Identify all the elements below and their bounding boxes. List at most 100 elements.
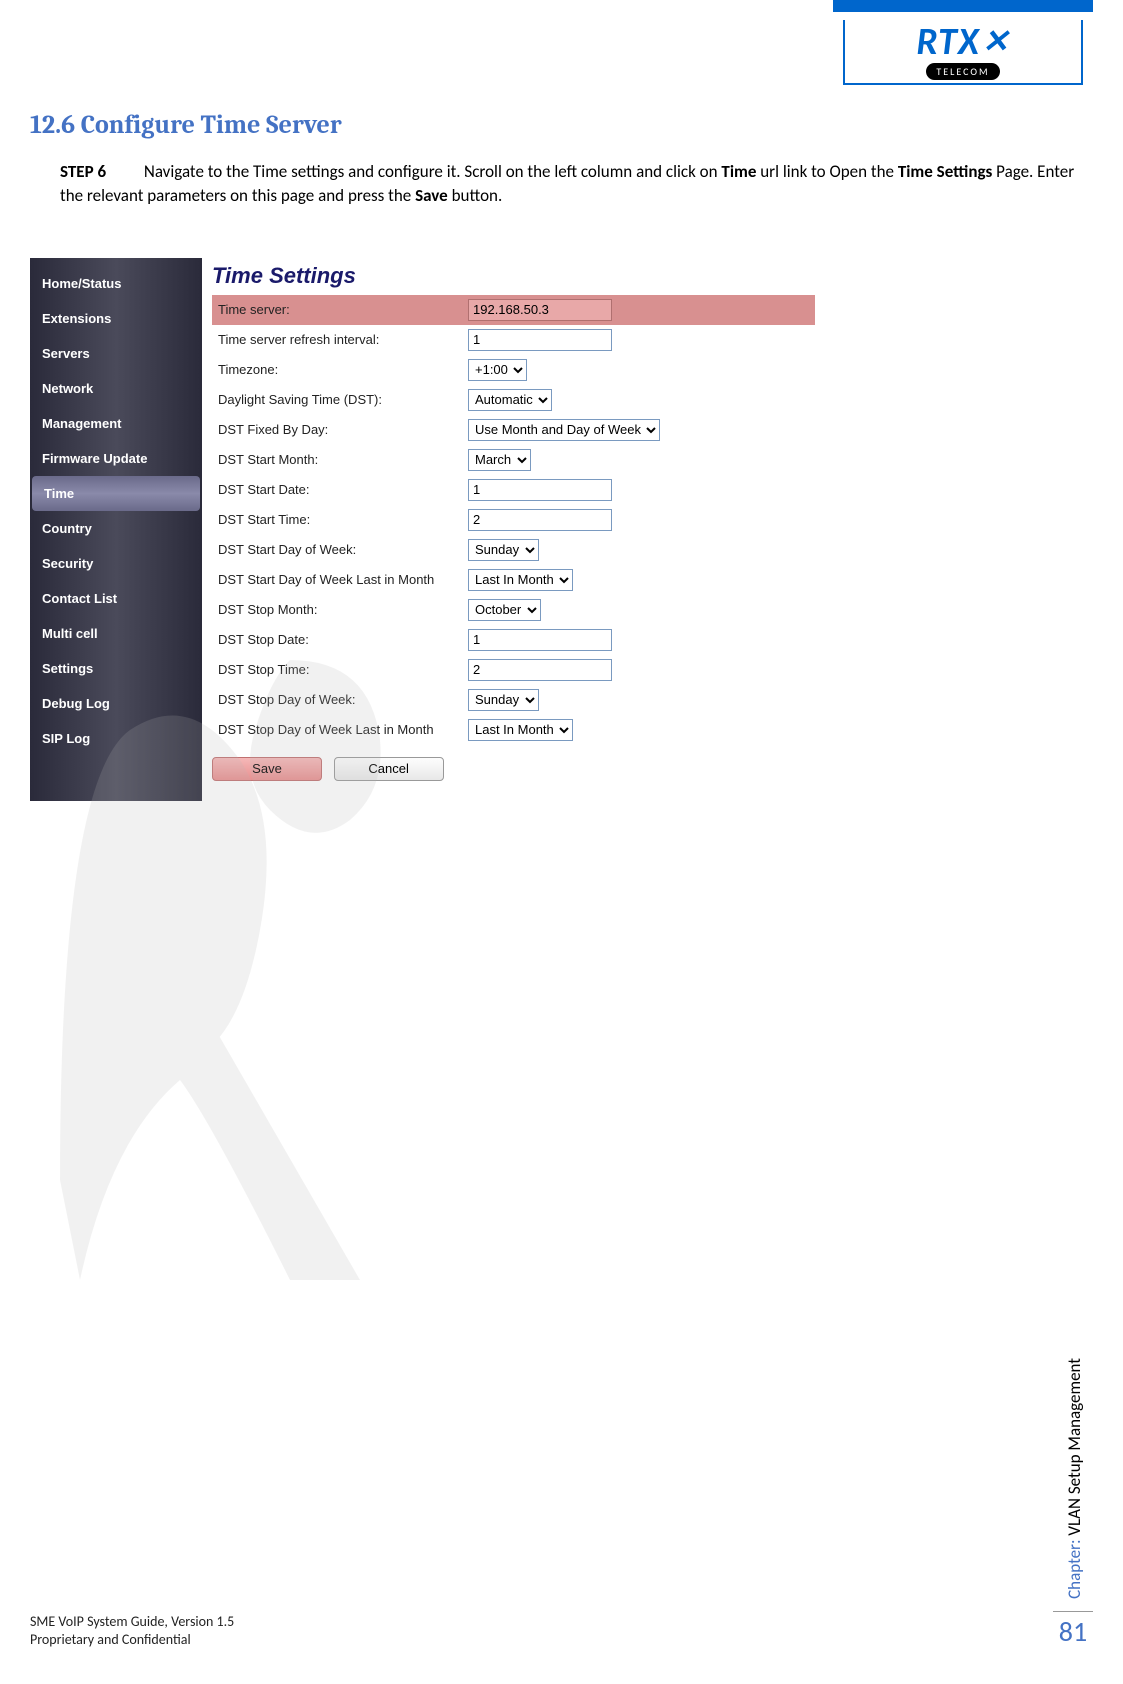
text-input[interactable] <box>468 629 612 651</box>
sidebar-item-extensions[interactable]: Extensions <box>30 301 202 336</box>
setting-label: DST Start Month: <box>212 445 462 475</box>
settings-row: Timezone: +1:00 <box>212 355 815 385</box>
settings-row: DST Stop Time: <box>212 655 815 685</box>
footer-line1: SME VoIP System Guide, Version 1.5 <box>30 1613 234 1631</box>
section-title-text: Configure Time Server <box>81 110 342 140</box>
sidebar-item-firmware-update[interactable]: Firmware Update <box>30 441 202 476</box>
text-input[interactable] <box>468 659 612 681</box>
setting-label: DST Stop Day of Week: <box>212 685 462 715</box>
chapter-label: Chapter: <box>1064 1540 1085 1599</box>
sidebar-item-security[interactable]: Security <box>30 546 202 581</box>
settings-row: DST Start Day of Week Last in Month Last … <box>212 565 815 595</box>
step-text-b2: Time Settings <box>898 161 992 182</box>
settings-table: Time server:Time server refresh interval… <box>212 295 815 745</box>
setting-value-cell: Automatic <box>462 385 815 415</box>
setting-label: Timezone: <box>212 355 462 385</box>
cancel-button[interactable]: Cancel <box>334 757 444 781</box>
setting-label: DST Start Time: <box>212 505 462 535</box>
setting-value-cell: Last In Month <box>462 565 815 595</box>
chapter-sidebar-text: Chapter: VLAN Setup Management <box>1064 1358 1085 1599</box>
sidebar-item-country[interactable]: Country <box>30 511 202 546</box>
button-row: Save Cancel <box>212 757 815 781</box>
select-input[interactable]: Sunday <box>468 689 539 711</box>
text-input[interactable] <box>468 479 612 501</box>
setting-value-cell: Sunday <box>462 685 815 715</box>
settings-row: DST Start Date: <box>212 475 815 505</box>
top-color-bar <box>833 0 1093 12</box>
sidebar-item-multi-cell[interactable]: Multi cell <box>30 616 202 651</box>
logo-brand: RTX✕ <box>916 23 1009 61</box>
step-text-p4: button. <box>448 185 503 206</box>
sidebar-item-sip-log[interactable]: SIP Log <box>30 721 202 756</box>
select-input[interactable]: March <box>468 449 531 471</box>
section-title: 12.6 Configure Time Server <box>30 110 1093 140</box>
select-input[interactable]: October <box>468 599 541 621</box>
setting-value-cell <box>462 295 815 325</box>
footer-line2: Proprietary and Confidential <box>30 1631 234 1649</box>
setting-label: DST Stop Day of Week Last in Month <box>212 715 462 745</box>
settings-row: DST Stop Month:October <box>212 595 815 625</box>
setting-value-cell: October <box>462 595 815 625</box>
select-input[interactable]: Sunday <box>468 539 539 561</box>
setting-label: Daylight Saving Time (DST): <box>212 385 462 415</box>
setting-value-cell: Use Month and Day of Week <box>462 415 815 445</box>
page-number: 81 <box>1053 1611 1093 1649</box>
settings-row: DST Start Day of Week: Sunday <box>212 535 815 565</box>
settings-row: DST Stop Day of Week: Sunday <box>212 685 815 715</box>
setting-label: DST Start Day of Week Last in Month <box>212 565 462 595</box>
text-input[interactable] <box>468 299 612 321</box>
select-input[interactable]: +1:00 <box>468 359 527 381</box>
sidebar: Home/StatusExtensionsServersNetworkManag… <box>30 258 202 801</box>
logo-x-icon: ✕ <box>982 26 1010 58</box>
setting-value-cell: +1:00 <box>462 355 815 385</box>
settings-row: DST Start Time: <box>212 505 815 535</box>
text-input[interactable] <box>468 509 612 531</box>
footer: SME VoIP System Guide, Version 1.5 Propr… <box>30 1613 234 1649</box>
setting-value-cell: Last In Month <box>462 715 815 745</box>
setting-value-cell <box>462 655 815 685</box>
setting-label: Time server: <box>212 295 462 325</box>
settings-row: Daylight Saving Time (DST): Automatic <box>212 385 815 415</box>
setting-value-cell <box>462 325 815 355</box>
settings-row: Time server refresh interval: <box>212 325 815 355</box>
select-input[interactable]: Use Month and Day of Week <box>468 419 660 441</box>
sidebar-item-servers[interactable]: Servers <box>30 336 202 371</box>
setting-label: DST Start Date: <box>212 475 462 505</box>
panel-title: Time Settings <box>212 263 815 289</box>
sidebar-item-contact-list[interactable]: Contact List <box>30 581 202 616</box>
settings-row: DST Stop Day of Week Last in Month Last I… <box>212 715 815 745</box>
setting-label: DST Start Day of Week: <box>212 535 462 565</box>
step-text-b1: Time <box>721 161 756 182</box>
screenshot-area: Home/StatusExtensionsServersNetworkManag… <box>30 258 825 801</box>
setting-value-cell: Sunday <box>462 535 815 565</box>
step-text: Navigate to the Time settings and config… <box>60 161 1074 206</box>
setting-value-cell: March <box>462 445 815 475</box>
select-input[interactable]: Last In Month <box>468 569 573 591</box>
sidebar-item-home-status[interactable]: Home/Status <box>30 266 202 301</box>
step-text-p2: url link to Open the <box>756 161 897 182</box>
select-input[interactable]: Last In Month <box>468 719 573 741</box>
step-block: STEP 6 Navigate to the Time settings and… <box>60 160 1093 208</box>
step-text-p1: Navigate to the Time settings and config… <box>144 161 722 182</box>
section-number: 12.6 <box>30 110 75 140</box>
settings-row: DST Fixed By Day:Use Month and Day of We… <box>212 415 815 445</box>
save-button[interactable]: Save <box>212 757 322 781</box>
setting-value-cell <box>462 625 815 655</box>
step-text-b3: Save <box>415 185 448 206</box>
sidebar-item-debug-log[interactable]: Debug Log <box>30 686 202 721</box>
settings-row: Time server: <box>212 295 815 325</box>
main-panel: Time Settings Time server:Time server re… <box>202 258 825 801</box>
sidebar-item-settings[interactable]: Settings <box>30 651 202 686</box>
setting-label: Time server refresh interval: <box>212 325 462 355</box>
select-input[interactable]: Automatic <box>468 389 552 411</box>
settings-row: DST Stop Date: <box>212 625 815 655</box>
settings-row: DST Start Month: March <box>212 445 815 475</box>
admin-ui: Home/StatusExtensionsServersNetworkManag… <box>30 258 825 801</box>
chapter-value: VLAN Setup Management <box>1064 1358 1085 1536</box>
logo-brand-text: RTX <box>916 23 979 61</box>
step-label: STEP 6 <box>60 160 140 184</box>
text-input[interactable] <box>468 329 612 351</box>
sidebar-item-management[interactable]: Management <box>30 406 202 441</box>
sidebar-item-time[interactable]: Time <box>32 476 200 511</box>
sidebar-item-network[interactable]: Network <box>30 371 202 406</box>
